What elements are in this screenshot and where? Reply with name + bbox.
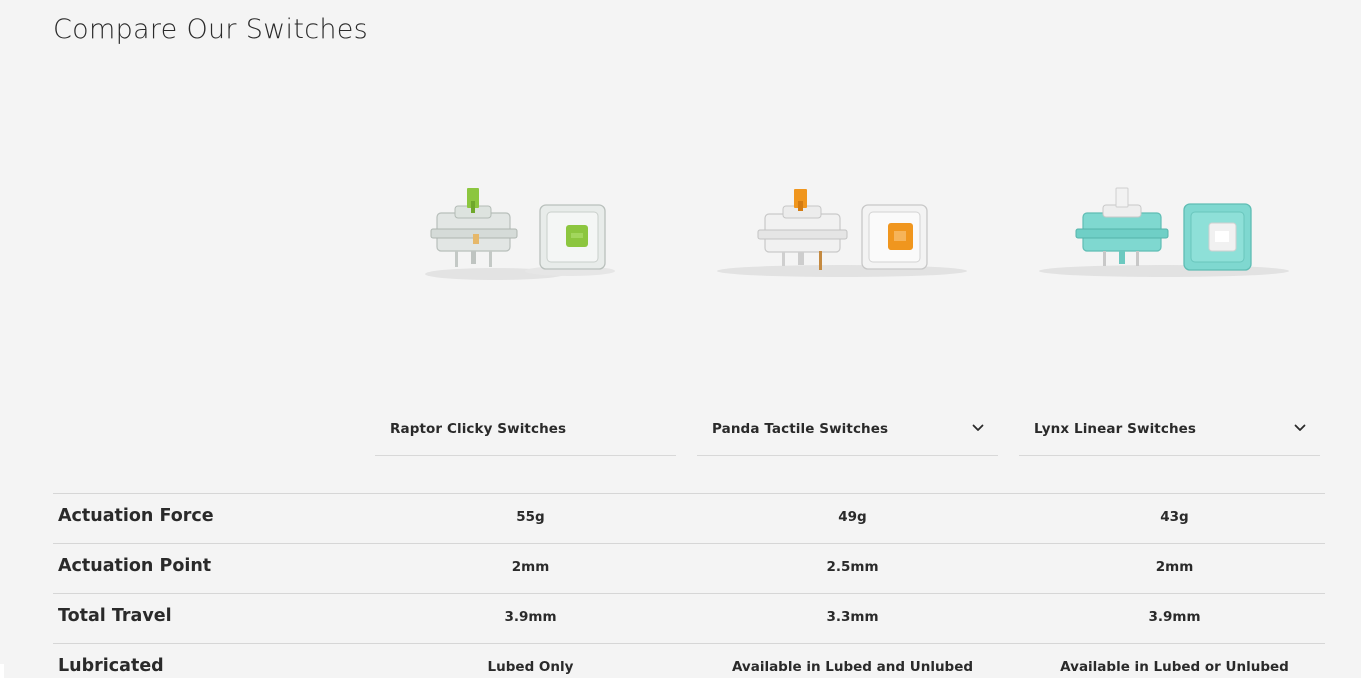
spec-label: Total Travel [58, 606, 172, 626]
spec-value-lynx: 43g [1160, 509, 1189, 525]
product-column-lynx: Lynx Linear Switches [1019, 88, 1320, 456]
spec-row-lubricated: Lubricated Lubed Only Available in Lubed… [53, 643, 1325, 678]
raptor-switch-illustration [425, 188, 615, 280]
spec-value-raptor: Lubed Only [487, 659, 574, 675]
spec-value-lynx: 3.9mm [1148, 609, 1201, 625]
page-edge-marker [0, 664, 4, 678]
spec-label: Actuation Force [58, 506, 214, 526]
spec-label: Lubricated [58, 656, 164, 676]
spec-row-total-travel: Total Travel 3.9mm 3.3mm 3.9mm [53, 593, 1325, 643]
product-column-raptor: Raptor Clicky Switches [375, 88, 676, 456]
chevron-down-icon[interactable] [972, 423, 984, 433]
product-image-lynx[interactable] [1019, 88, 1320, 388]
product-name-lynx: Lynx Linear Switches [1034, 421, 1197, 437]
spec-value-raptor: 55g [516, 509, 545, 525]
panda-switch-illustration [717, 189, 967, 277]
product-image-raptor[interactable] [375, 88, 676, 388]
spec-comparison-table: Actuation Force 55g 49g 43g Actuation Po… [53, 493, 1325, 678]
product-column-panda: Panda Tactile Switches [697, 88, 998, 456]
product-name-raptor: Raptor Clicky Switches [390, 421, 567, 437]
product-image-panda[interactable] [697, 88, 998, 388]
chevron-down-icon[interactable] [1294, 423, 1306, 433]
compare-switches-page: Compare Our Switches Raptor Clicky Switc… [0, 0, 1361, 678]
spec-value-lynx: 2mm [1155, 559, 1194, 575]
page-title: Compare Our Switches [53, 14, 369, 45]
spec-value-raptor: 3.9mm [504, 609, 557, 625]
spec-value-panda: 2.5mm [826, 559, 879, 575]
spec-row-actuation-point: Actuation Point 2mm 2.5mm 2mm [53, 543, 1325, 593]
spec-value-lynx: Available in Lubed or Unlubed [1060, 659, 1289, 675]
lynx-switch-illustration [1039, 187, 1289, 277]
spec-value-panda: Available in Lubed and Unlubed [731, 659, 974, 675]
product-selector-panda[interactable]: Panda Tactile Switches [697, 401, 998, 456]
product-selector-lynx[interactable]: Lynx Linear Switches [1019, 401, 1320, 456]
spec-value-panda: 3.3mm [826, 609, 879, 625]
spec-row-actuation-force: Actuation Force 55g 49g 43g [53, 493, 1325, 543]
product-name-panda: Panda Tactile Switches [712, 421, 889, 437]
product-selector-raptor[interactable]: Raptor Clicky Switches [375, 401, 676, 456]
spec-label: Actuation Point [58, 556, 212, 576]
spec-value-panda: 49g [838, 509, 867, 525]
spec-value-raptor: 2mm [511, 559, 550, 575]
